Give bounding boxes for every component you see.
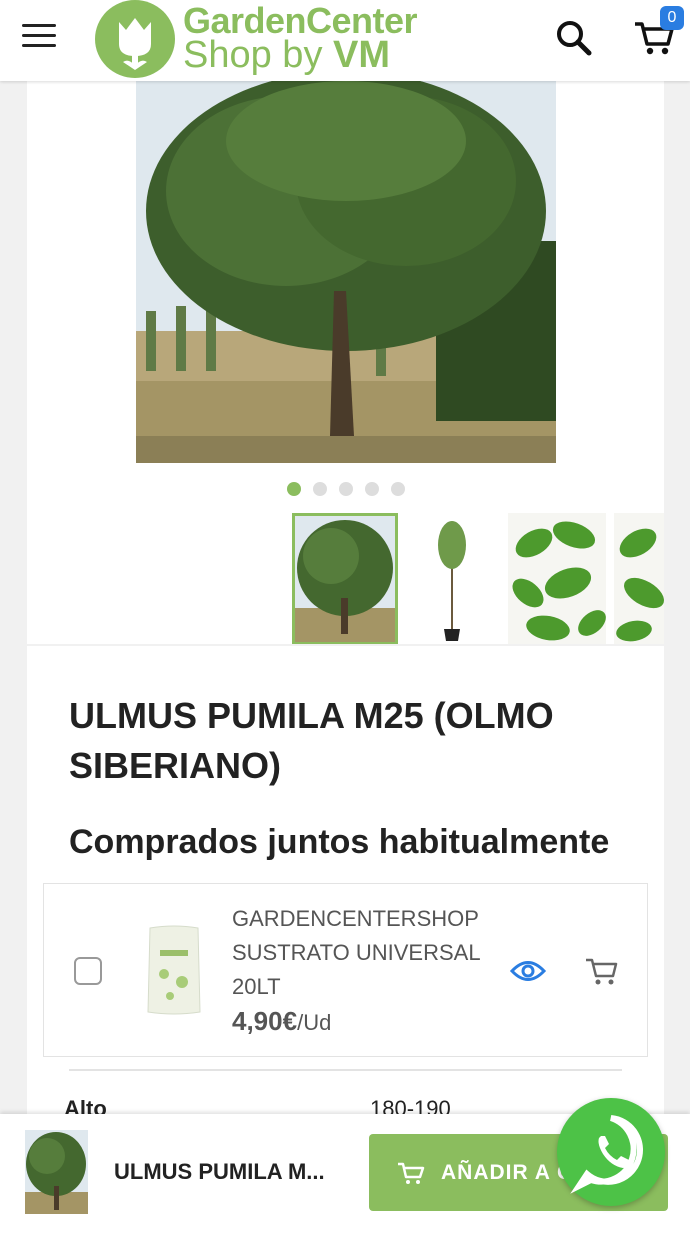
spec-divider (69, 1069, 622, 1071)
whatsapp-icon[interactable] (557, 1098, 665, 1206)
bought-together-item: GARDENCENTERSHOP SUSTRATO UNIVERSAL 20LT… (43, 883, 648, 1057)
product-card: ULMUS PUMILA M25 (OLMO SIBERIANO) Compra… (27, 81, 664, 1121)
thumbnail-leaves-1[interactable] (508, 513, 606, 645)
bought-together-heading: Comprados juntos habitualmente (69, 823, 610, 861)
gallery-dot[interactable] (312, 482, 327, 496)
sticky-product-name: ULMUS PUMILA M... (114, 1159, 325, 1184)
search-icon[interactable] (554, 18, 594, 58)
sticky-product-thumbnail (25, 1130, 88, 1214)
cart-icon (397, 1160, 425, 1186)
gallery-dot[interactable] (390, 482, 405, 496)
section-divider (27, 644, 664, 646)
product-main-image[interactable] (136, 81, 556, 463)
gallery-dot[interactable] (364, 482, 379, 496)
cart-count-badge: 0 (660, 6, 684, 30)
product-title: ULMUS PUMILA M25 (OLMO SIBERIANO) (69, 695, 554, 786)
bought-together-item-price: 4,90€/Ud (232, 1006, 332, 1036)
site-header: GardenCenter Shop by VM 0 (0, 0, 690, 81)
bought-together-item-name[interactable]: GARDENCENTERSHOP SUSTRATO UNIVERSAL 20LT (232, 902, 482, 1004)
logo-text-line2: Shop by VM (183, 34, 390, 76)
thumbnail-tree-full[interactable] (292, 513, 398, 645)
menu-icon[interactable] (22, 24, 56, 50)
gallery-pagination (27, 482, 664, 498)
add-to-cart-icon[interactable] (584, 954, 620, 988)
eye-icon[interactable] (509, 956, 547, 986)
bought-together-checkbox[interactable] (74, 957, 102, 985)
thumbnail-tree-potted[interactable] (412, 513, 492, 645)
site-logo[interactable]: GardenCenter Shop by VM (95, 0, 475, 78)
thumbnail-leaves-2[interactable] (614, 513, 664, 645)
gallery-dot[interactable] (286, 482, 301, 496)
substrate-bag-image[interactable] (146, 924, 202, 1016)
gallery-dot[interactable] (338, 482, 353, 496)
gallery-thumbnails (292, 513, 664, 645)
tulip-logo-icon (95, 0, 175, 78)
